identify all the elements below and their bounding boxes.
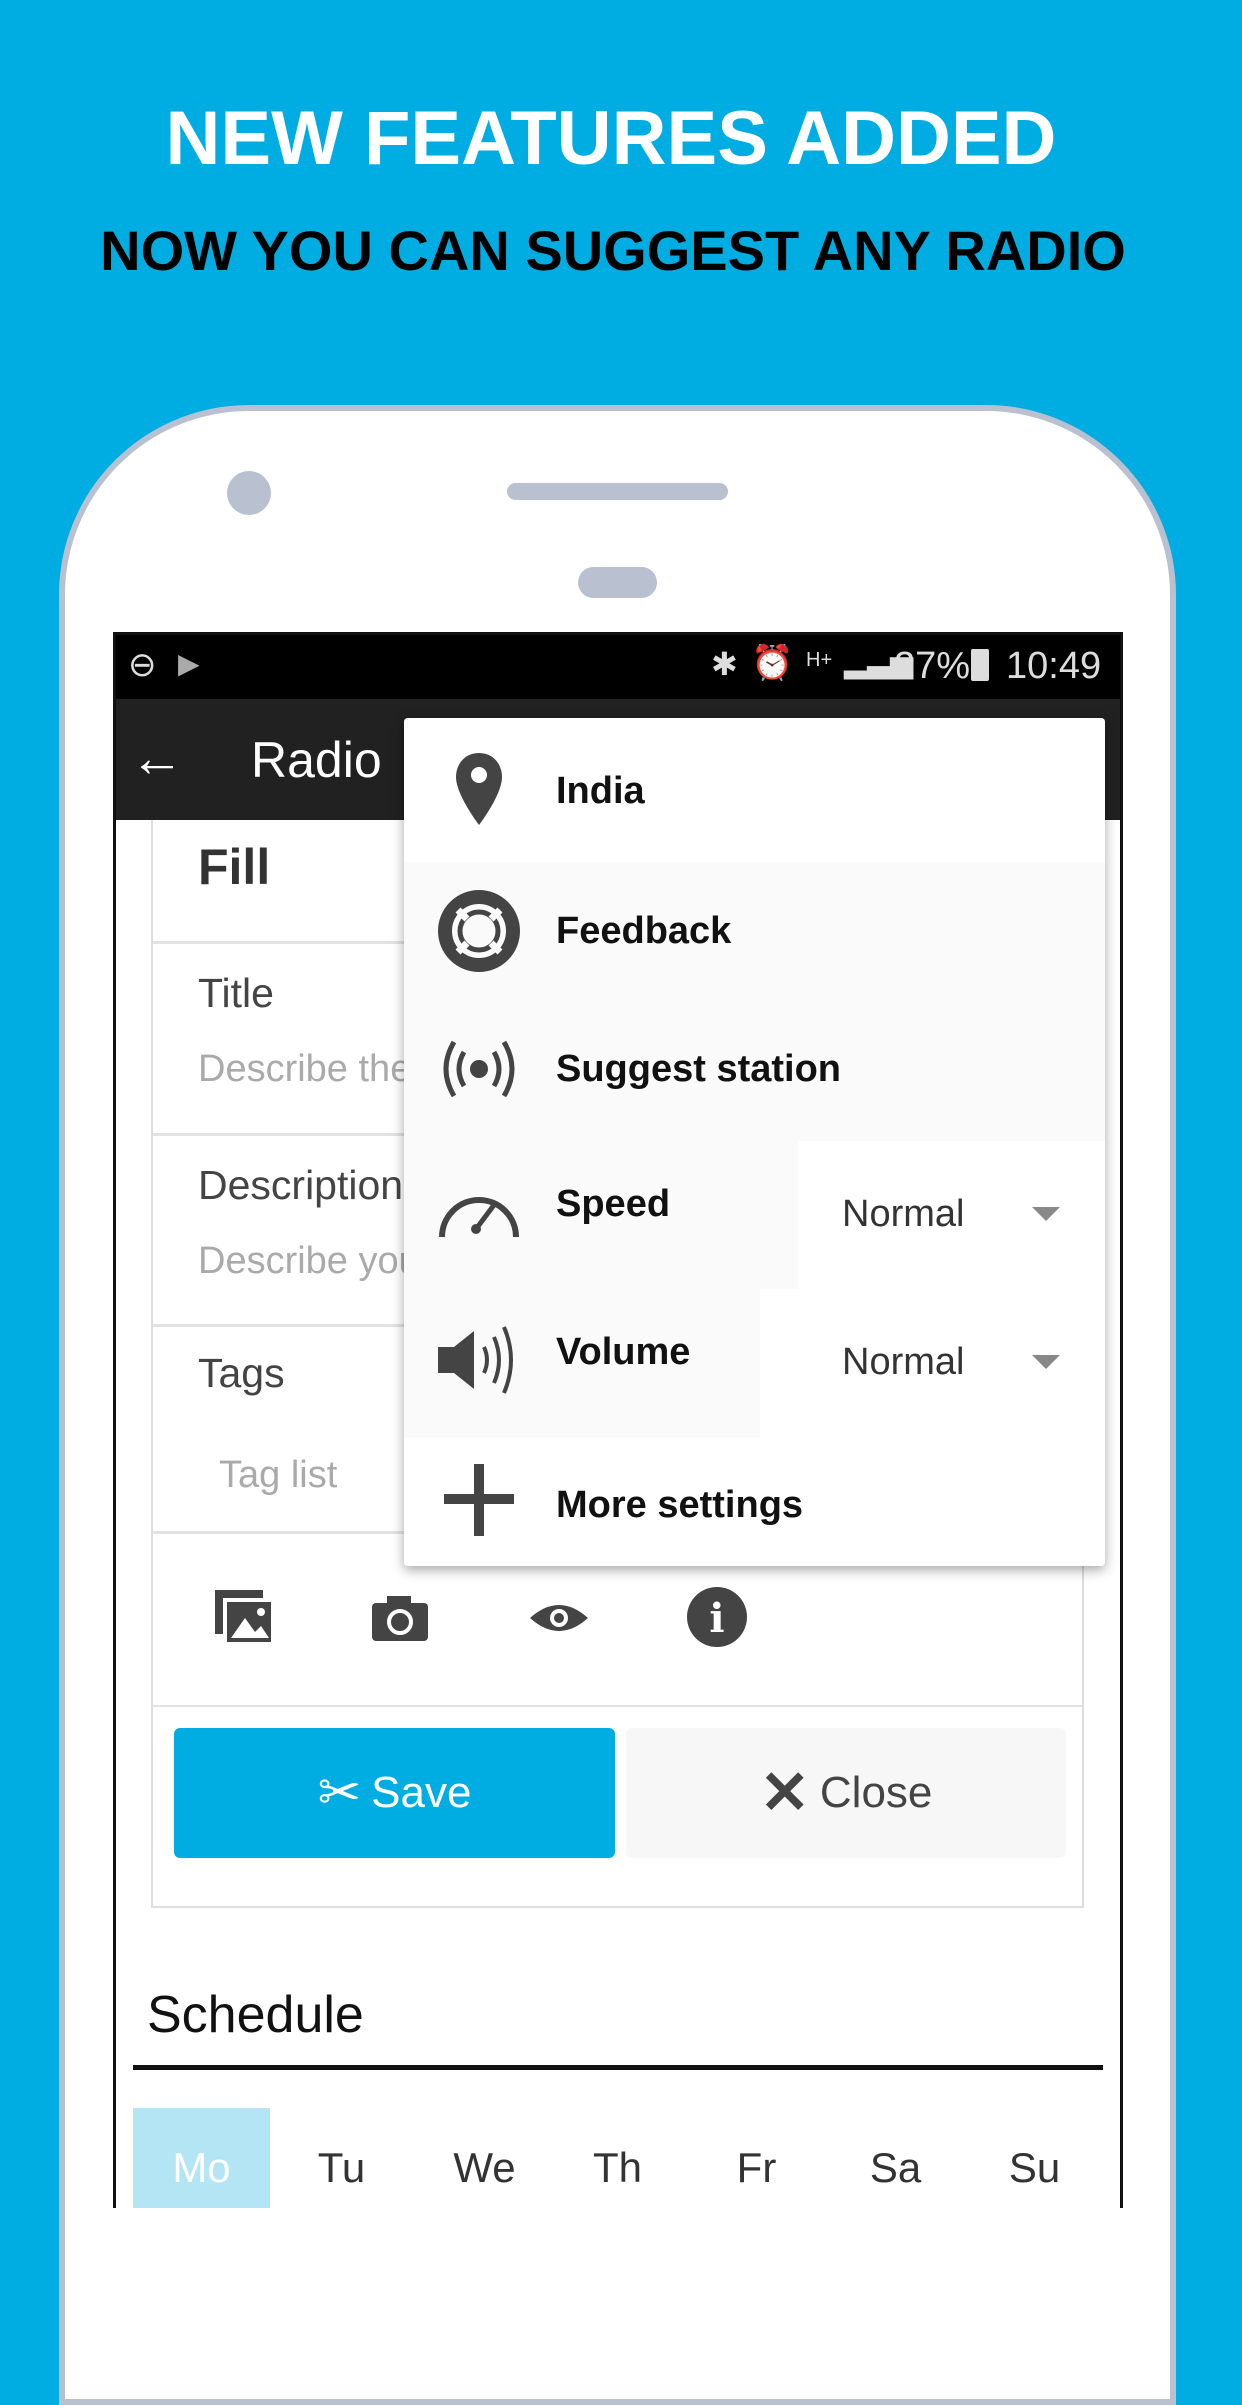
description-input[interactable]: Describe you xyxy=(198,1240,420,1283)
app-title: Radio xyxy=(251,732,382,788)
tags-input[interactable]: Tag list xyxy=(219,1454,337,1497)
day-tu[interactable]: Tu xyxy=(273,2108,410,2208)
form-heading: Fill xyxy=(198,839,271,895)
title-label: Title xyxy=(198,970,274,1016)
scissors-icon: ✂ xyxy=(317,1764,362,1822)
battery-percent: 27% xyxy=(894,645,971,687)
location-pin-icon xyxy=(456,753,502,825)
title-input[interactable]: Describe the xyxy=(198,1048,411,1091)
day-mo[interactable]: Mo xyxy=(133,2108,270,2208)
dropdown-arrow-icon xyxy=(1032,1355,1060,1369)
broadcast-icon xyxy=(443,1040,515,1098)
save-label: Save xyxy=(371,1768,472,1817)
day-fr[interactable]: Fr xyxy=(688,2108,825,2208)
back-arrow-icon[interactable]: ← xyxy=(130,727,184,789)
play-icon: ▶ xyxy=(178,648,200,679)
day-we[interactable]: We xyxy=(416,2108,553,2208)
day-th[interactable]: Th xyxy=(549,2108,686,2208)
schedule-heading: Schedule xyxy=(147,1986,364,2044)
day-sa[interactable]: Sa xyxy=(827,2108,964,2208)
menu-item-label: India xyxy=(556,770,645,812)
promo-headline: NEW FEATURES ADDED xyxy=(165,96,1057,181)
network-type: H+ xyxy=(806,649,833,671)
front-camera xyxy=(227,471,271,515)
sensor xyxy=(578,567,657,598)
close-button[interactable]: ✕ Close xyxy=(626,1728,1066,1858)
save-button[interactable]: ✂ Save xyxy=(174,1728,615,1858)
speed-value: Normal xyxy=(842,1193,965,1235)
close-icon: ✕ xyxy=(759,1759,810,1826)
menu-item-label: Speed xyxy=(556,1183,671,1225)
bluetooth-icon: ✱ xyxy=(711,646,738,682)
menu-item-label: Volume xyxy=(556,1331,691,1373)
menu-item-feedback[interactable]: Feedback xyxy=(404,862,1105,1000)
volume-icon xyxy=(438,1326,513,1394)
menu-item-more-settings[interactable]: More settings xyxy=(404,1438,1105,1566)
menu-item-volume[interactable]: Volume Normal xyxy=(404,1289,1105,1438)
close-label: Close xyxy=(819,1768,933,1817)
speaker-grille xyxy=(507,483,728,500)
menu-item-label: Feedback xyxy=(556,910,732,952)
promo-subheadline: NOW YOU CAN SUGGEST ANY RADIO xyxy=(100,219,1126,282)
volume-value: Normal xyxy=(842,1341,965,1383)
battery-icon xyxy=(971,649,989,681)
menu-item-suggest-station[interactable]: Suggest station xyxy=(404,1000,1105,1141)
status-bar: ⊖ ▶ ✱ ⏰ H+ ▂▃▅ 27% 10:49 xyxy=(116,635,1120,699)
alarm-icon: ⏰ xyxy=(751,644,794,682)
lifebuoy-icon xyxy=(438,890,520,972)
camera-icon[interactable] xyxy=(371,1593,429,1643)
dnd-icon: ⊖ xyxy=(128,646,157,684)
menu-item-label: Suggest station xyxy=(556,1048,842,1090)
description-label: Description xyxy=(198,1162,404,1208)
tags-label: Tags xyxy=(198,1350,285,1396)
svg-text:i: i xyxy=(709,1595,724,1642)
menu-item-speed[interactable]: Speed Normal xyxy=(404,1141,1105,1289)
speedometer-icon xyxy=(439,1197,519,1238)
gallery-icon[interactable] xyxy=(213,1588,277,1648)
speed-dropdown[interactable]: Normal xyxy=(798,1141,1105,1289)
volume-dropdown[interactable]: Normal xyxy=(760,1289,1105,1438)
plus-icon xyxy=(444,1464,514,1536)
info-icon[interactable]: i xyxy=(686,1586,748,1648)
eye-icon[interactable] xyxy=(528,1598,590,1638)
menu-item-label: More settings xyxy=(556,1484,804,1526)
menu-item-country[interactable]: India xyxy=(404,718,1105,862)
overflow-menu: India Feedback Suggest station Speed Nor… xyxy=(404,718,1105,1566)
dropdown-arrow-icon xyxy=(1032,1207,1060,1221)
schedule-divider xyxy=(133,2065,1103,2070)
phone-screen: ⊖ ▶ ✱ ⏰ H+ ▂▃▅ 27% 10:49 ← Radio Fill Ti… xyxy=(113,632,1123,2208)
clock: 10:49 xyxy=(1006,645,1102,687)
day-su[interactable]: Su xyxy=(966,2108,1103,2208)
